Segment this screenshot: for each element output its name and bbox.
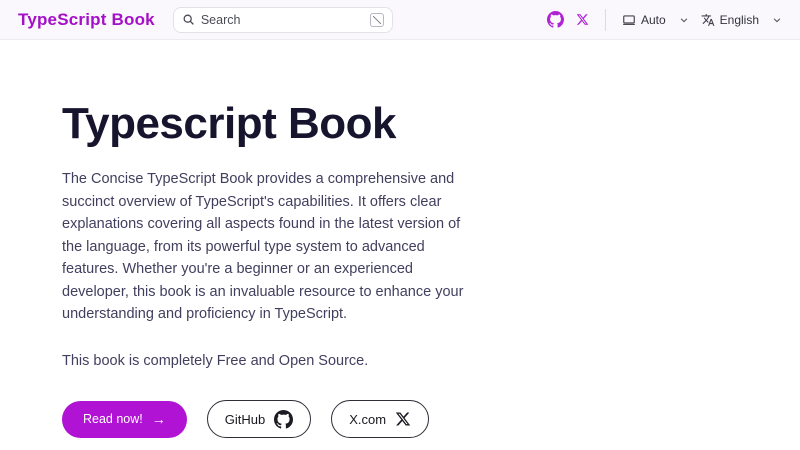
xcom-button[interactable]: X.com — [331, 400, 429, 438]
chevron-down-icon — [679, 15, 689, 25]
header-nav: Auto English — [545, 9, 784, 31]
site-logo[interactable]: TypeScript Book — [18, 10, 155, 30]
search-box[interactable] — [173, 7, 393, 33]
hero-description: The Concise TypeScript Book provides a c… — [62, 168, 466, 326]
hero-actions: Read now! → GitHub X.com — [62, 400, 800, 438]
slash-key-icon — [370, 13, 384, 27]
xcom-button-label: X.com — [349, 412, 386, 427]
github-icon — [547, 11, 564, 28]
read-now-button[interactable]: Read now! → — [62, 401, 187, 438]
translate-icon — [701, 13, 715, 27]
theme-select[interactable]: Auto — [620, 9, 691, 31]
x-link[interactable] — [574, 11, 591, 28]
theme-select-label: Auto — [641, 13, 666, 27]
search-input[interactable] — [201, 13, 364, 27]
language-select-label: English — [720, 13, 759, 27]
x-icon — [395, 411, 411, 427]
github-icon — [274, 410, 293, 429]
x-icon — [576, 13, 589, 26]
hero-note: This book is completely Free and Open So… — [62, 350, 800, 373]
language-select[interactable]: English — [699, 9, 784, 31]
header-divider — [605, 9, 606, 31]
github-link[interactable] — [545, 9, 566, 30]
site-header: TypeScript Book Auto — [0, 0, 800, 40]
github-button-label: GitHub — [225, 412, 265, 427]
github-button[interactable]: GitHub — [207, 400, 311, 438]
hero-section: Typescript Book The Concise TypeScript B… — [0, 40, 800, 438]
chevron-down-icon — [772, 15, 782, 25]
monitor-icon — [622, 13, 636, 27]
search-icon — [182, 13, 195, 26]
arrow-right-icon: → — [152, 412, 166, 426]
read-now-label: Read now! — [83, 412, 143, 426]
page-title: Typescript Book — [62, 100, 800, 148]
